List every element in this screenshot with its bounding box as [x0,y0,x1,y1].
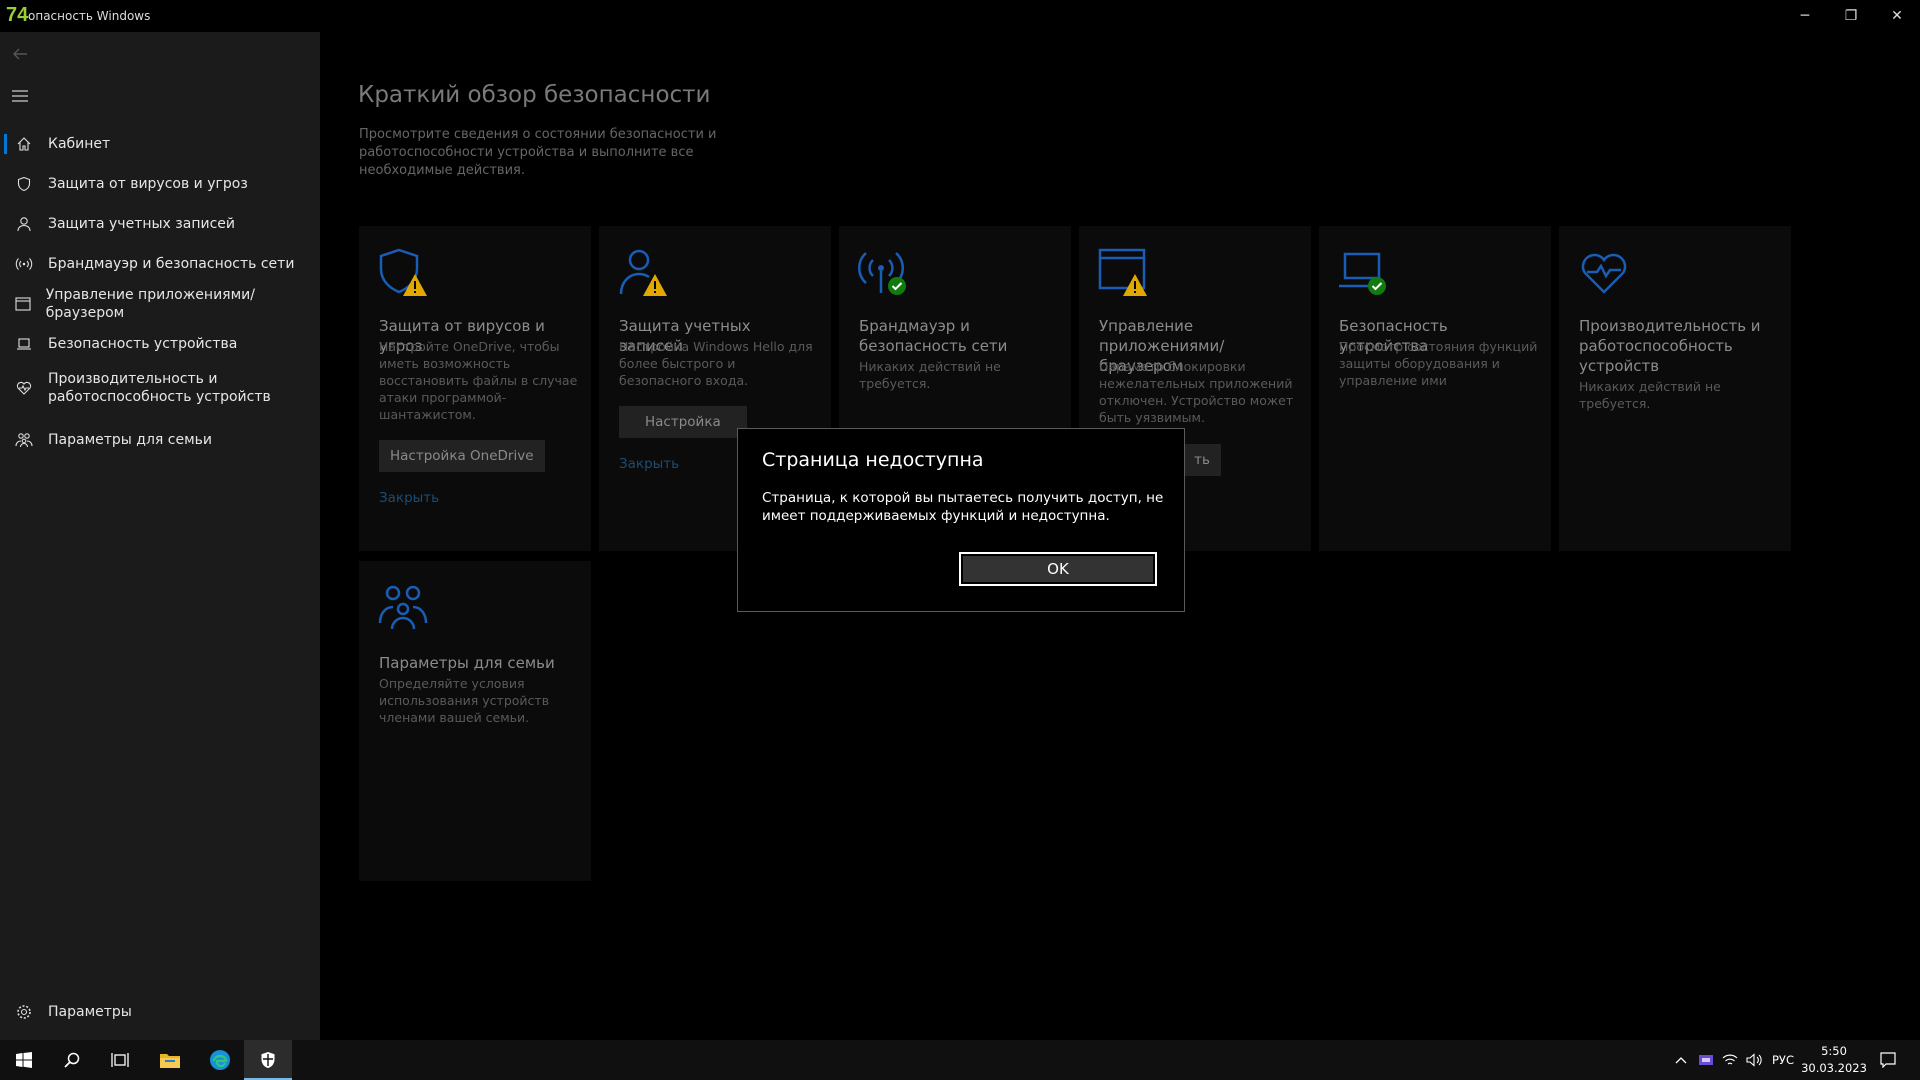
tray-app-button[interactable] [1694,1040,1718,1080]
sidebar-item-account[interactable]: Защита учетных записей [0,206,320,242]
start-icon [16,1052,32,1068]
laptop-icon [0,337,48,351]
windows-security-icon [261,1052,275,1068]
person-warning-icon [617,246,671,304]
start-button[interactable] [0,1040,48,1080]
page-description: Просмотрите сведения о состоянии безопас… [359,127,717,178]
sidebar-item-firewall[interactable]: Брандмауэр и безопасность сети [0,246,320,282]
window-title: опасность Windows [28,9,151,23]
card-description: Настройка Windows Hello для более быстро… [619,339,813,388]
dialog-title: Страница недоступна [762,449,984,471]
task-view-button[interactable] [96,1040,144,1080]
app-badge: 74 [6,4,29,26]
sidebar-item-virus[interactable]: Защита от вирусов и угроз [0,166,320,202]
close-button[interactable]: ✕ [1874,0,1920,32]
app-window-warning-icon [1097,246,1151,304]
hamburger-icon [12,90,28,102]
antenna-icon [0,256,48,272]
edge-icon [210,1050,230,1070]
app-window-icon [0,297,46,311]
laptop-ok-icon [1337,246,1391,304]
card-description: Параметр блокировки нежелательных прилож… [1099,359,1294,425]
taskbar: РУС 5:50 30.03.2023 [0,1040,1920,1080]
search-icon [64,1052,80,1068]
tray-app-icon [1699,1055,1713,1065]
file-explorer-button[interactable] [146,1040,194,1080]
edge-button[interactable] [196,1040,244,1080]
dismiss-link[interactable]: Закрыть [619,456,679,472]
page-title: Краткий обзор безопасности [358,82,711,108]
card-device-security[interactable]: Безопасность устройства Просмотр состоян… [1319,226,1551,551]
input-language-button[interactable]: РУС [1766,1040,1800,1080]
sidebar-item-label: Защита учетных записей [48,216,235,232]
card-description: Просмотр состояния функций защиты оборуд… [1339,339,1538,388]
dismiss-link[interactable]: Закрыть [379,490,439,506]
sidebar-item-label: Производительность и работоспособность у… [48,371,271,405]
sidebar-item-label: Безопасность устройства [48,336,238,352]
person-icon [0,216,48,232]
sidebar-item-label: Кабинет [48,136,111,152]
sidebar-item-label: Параметры [48,1004,132,1020]
card-description: Настройте OneDrive, чтобы иметь возможно… [379,339,578,422]
task-view-icon [111,1053,129,1067]
clock[interactable]: 5:50 30.03.2023 [1800,1043,1868,1077]
sidebar-item-settings[interactable]: Параметры [0,994,320,1030]
home-icon [0,136,48,152]
sidebar-item-label: Защита от вирусов и угроз [48,176,248,192]
sidebar: Кабинет Защита от вирусов и угроз Защита… [0,32,320,1040]
title-bar: 74 опасность Windows ─ ❐ ✕ [0,0,1920,32]
sidebar-item-label: Параметры для семьи [48,432,213,448]
action-center-button[interactable] [1868,1040,1908,1080]
card-title: Параметры для семьи [379,654,555,672]
menu-button[interactable] [12,88,28,107]
setup-hello-button[interactable]: Настройка [619,406,747,438]
back-button[interactable] [12,46,28,66]
search-button[interactable] [48,1040,96,1080]
card-description: Никаких действий не требуется. [1579,379,1721,411]
setup-onedrive-button[interactable]: Настройка OneDrive [379,440,545,472]
sidebar-item-app-browser[interactable]: Управление приложениями/браузером [0,286,320,322]
notification-icon [1880,1052,1896,1068]
family-icon [377,581,431,639]
dialog-message: Страница, к которой вы пытаетесь получит… [762,490,1164,524]
sidebar-item-family[interactable]: Параметры для семьи [0,422,320,458]
gear-icon [0,1004,48,1020]
card-title: Производительность и работоспособность у… [1579,317,1761,375]
volume-button[interactable] [1742,1040,1766,1080]
windows-security-button[interactable] [244,1040,292,1080]
back-arrow-icon [13,48,27,60]
page-unavailable-dialog: Страница недоступна Страница, к которой … [737,428,1185,612]
minimize-button[interactable]: ─ [1782,0,1828,32]
sidebar-item-device-security[interactable]: Безопасность устройства [0,326,320,362]
card-performance[interactable]: Производительность и работоспособность у… [1559,226,1791,551]
card-description: Никаких действий не требуется. [859,359,1001,391]
clock-date: 30.03.2023 [1801,1061,1867,1075]
chevron-up-icon [1675,1057,1687,1064]
sidebar-item-home[interactable]: Кабинет [0,126,320,162]
card-title: Брандмауэр и безопасность сети [859,317,1008,355]
speaker-icon [1746,1053,1762,1067]
clock-time: 5:50 [1821,1044,1847,1058]
wifi-icon [1722,1054,1738,1065]
show-hidden-icons-button[interactable] [1668,1040,1694,1080]
antenna-ok-icon [857,246,911,304]
network-button[interactable] [1718,1040,1742,1080]
shield-warning-icon [377,246,431,304]
sidebar-item-label: Управление приложениями/браузером [45,287,255,321]
card-virus-protection[interactable]: Защита от вирусов и угроз Настройте OneD… [359,226,591,551]
ok-button[interactable]: OK [959,552,1157,586]
family-icon [0,432,48,448]
card-family[interactable]: Параметры для семьи Определяйте условия … [359,561,591,881]
sidebar-item-label: Брандмауэр и безопасность сети [48,256,295,272]
heart-pulse-icon [1577,246,1631,304]
file-explorer-icon [160,1054,180,1068]
sidebar-item-performance[interactable]: Производительность и работоспособность у… [0,366,320,410]
card-description: Определяйте условия использования устрой… [379,676,550,725]
shield-icon [0,176,48,192]
heart-icon [0,381,48,395]
restore-button[interactable]: ❐ [1828,0,1874,32]
